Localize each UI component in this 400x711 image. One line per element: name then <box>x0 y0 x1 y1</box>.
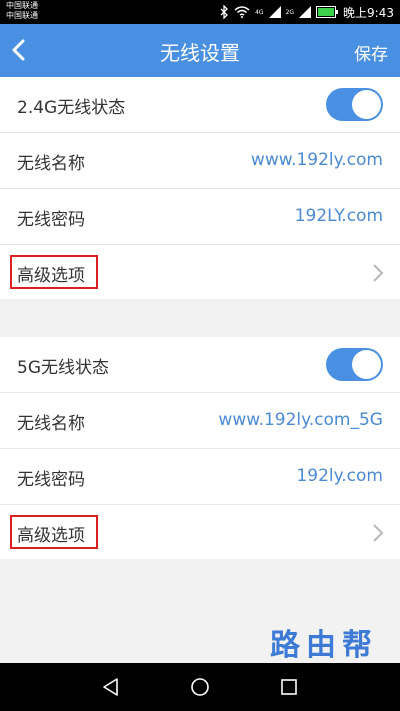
system-nav-bar <box>0 663 400 711</box>
status-icons: 4G 2G 晚上9:43 <box>220 3 394 21</box>
nav-home-icon[interactable] <box>189 676 211 698</box>
row-5g-advanced[interactable]: 高级选项 <box>0 505 400 560</box>
advanced-2-4g-label: 高级选项 <box>17 266 85 286</box>
wifi-icon <box>234 6 250 18</box>
toggle-2-4g[interactable] <box>326 88 383 121</box>
ssid-2-4g-value[interactable]: www.192ly.com <box>251 150 383 170</box>
ssid-2-4g-label: 无线名称 <box>17 154 85 174</box>
chevron-right-icon <box>373 524 384 542</box>
password-5g-label: 无线密码 <box>17 470 85 490</box>
row-2-4g-ssid[interactable]: 无线名称 www.192ly.com <box>0 133 400 189</box>
watermark-logo: 路由帮 <box>270 628 378 663</box>
signal2-tag: 2G <box>285 8 295 16</box>
carrier-1: 中国联通 <box>6 1 38 10</box>
row-5g-ssid[interactable]: 无线名称 www.192ly.com_5G <box>0 393 400 449</box>
nav-back-icon[interactable] <box>100 676 122 698</box>
ssid-5g-value[interactable]: www.192ly.com_5G <box>218 410 383 430</box>
signal-2-icon <box>299 6 312 18</box>
toggle-knob <box>352 90 381 119</box>
row-5g-status: 5G无线状态 <box>0 337 400 393</box>
battery-icon <box>316 6 339 18</box>
row-2-4g-password[interactable]: 无线密码 192LY.com <box>0 189 400 245</box>
carrier-2: 中国联通 <box>6 11 38 20</box>
row-5g-password[interactable]: 无线密码 192ly.com <box>0 449 400 505</box>
chevron-right-icon <box>373 264 384 282</box>
status-5g-label: 5G无线状态 <box>17 358 109 378</box>
status-time: 晚上9:43 <box>343 5 394 20</box>
password-5g-value[interactable]: 192ly.com <box>296 466 383 486</box>
signal1-tag: 4G <box>255 8 264 16</box>
save-button[interactable]: 保存 <box>354 40 388 65</box>
section-2-4g: 2.4G无线状态 无线名称 www.192ly.com 无线密码 192LY.c… <box>0 77 400 299</box>
toggle-knob <box>352 350 381 379</box>
toggle-5g[interactable] <box>326 348 383 381</box>
password-2-4g-value[interactable]: 192LY.com <box>295 206 383 226</box>
ssid-5g-label: 无线名称 <box>17 414 85 434</box>
status-bar: 中国联通 中国联通 4G 2G 晚上9:43 <box>0 0 400 24</box>
section-5g: 5G无线状态 无线名称 www.192ly.com_5G 无线密码 192ly.… <box>0 337 400 559</box>
app-header: 无线设置 保存 <box>0 24 400 77</box>
bluetooth-icon <box>220 5 229 19</box>
row-2-4g-advanced[interactable]: 高级选项 <box>0 245 400 300</box>
nav-recents-icon[interactable] <box>278 676 300 698</box>
password-2-4g-label: 无线密码 <box>17 210 85 230</box>
carrier-labels: 中国联通 中国联通 <box>6 1 38 21</box>
row-2-4g-status: 2.4G无线状态 <box>0 77 400 133</box>
status-2-4g-label: 2.4G无线状态 <box>17 98 126 118</box>
page-title: 无线设置 <box>160 41 240 65</box>
advanced-5g-label: 高级选项 <box>17 526 85 546</box>
signal-1-icon <box>268 6 281 18</box>
